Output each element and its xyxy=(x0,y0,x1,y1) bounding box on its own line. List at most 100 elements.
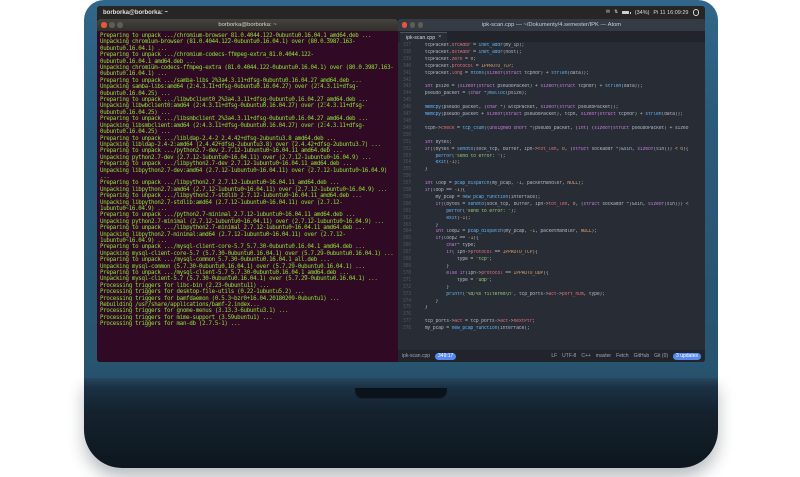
code-text: } xyxy=(413,264,449,269)
top-panel: borborka@borborka: ~ ✉ ⇅ (34%) Pi 11 16:… xyxy=(97,6,705,19)
status-item[interactable]: master xyxy=(596,353,611,359)
status-item[interactable]: LF xyxy=(551,353,557,359)
code-line: 338 tcpPacket.dstAddr = inet_addr(host); xyxy=(398,50,705,57)
line-number: 360 xyxy=(402,201,411,207)
terminal-line: Unpacking libwbclient0:amd64 (2:4.3.11+d… xyxy=(100,103,365,116)
code-text: pseudo_packet = (char *)malloc(psize); xyxy=(413,91,527,97)
line-number: 348 xyxy=(402,118,411,124)
code-line: 371 type = "udp"; xyxy=(398,278,705,285)
code-line: 365 if(loop2 == -1){ xyxy=(398,236,705,243)
code-line: 378 my_pcap = new_pcap_function(interfac… xyxy=(398,326,705,333)
line-number: 378 xyxy=(402,326,411,332)
code-text: perror("send to error: "); xyxy=(435,153,506,159)
terminal-line: Preparing to unpack .../chromium-codecs-… xyxy=(100,52,314,65)
code-line: 355 } xyxy=(398,167,705,174)
status-item[interactable]: C++ xyxy=(581,353,590,359)
code-text: perror("send to error: "); xyxy=(446,208,517,214)
status-item[interactable]: ipk-scan.cpp xyxy=(402,353,430,359)
code-text: tcp_ports->act = tcp_ports->act->nextPtr… xyxy=(413,319,535,325)
code-text: if(loop2 == -1){ xyxy=(435,236,479,242)
line-number: 372 xyxy=(402,284,411,290)
code-text: int bytes; xyxy=(424,139,452,145)
terminal-line: Unpacking chromium-codecs-ffmpeg-extra (… xyxy=(100,65,394,78)
code-line: 373 printf("%d/%s filtered\n", tcp_ports… xyxy=(398,292,705,299)
terminal-line: Unpacking samba-libs:amd64 (2:4.3.11+dfs… xyxy=(100,84,359,97)
code-area[interactable]: 337 tcpPacket.srcAddr = inet_addr(my_ip)… xyxy=(398,42,705,350)
tab-ipk-scan[interactable]: ipk-scan.cpp × xyxy=(399,32,448,42)
panel-window-title: borborka@borborka: ~ xyxy=(103,9,169,16)
status-item[interactable]: UTF-8 xyxy=(562,353,576,359)
status-item[interactable]: Fetch xyxy=(616,353,629,359)
close-button[interactable] xyxy=(401,22,408,28)
laptop-base xyxy=(84,378,718,468)
code-text: if(loop == -1){ xyxy=(424,188,466,194)
tab-close-icon[interactable]: × xyxy=(438,34,441,41)
battery-percentage: (34%) xyxy=(634,9,650,16)
code-line: 370 else if(iph->protocol == IPPROTO_UDP… xyxy=(398,271,705,278)
code-line: 368 type = "tcp"; xyxy=(398,257,705,264)
terminal-line: Unpacking libpython2.7-minimal:amd64 (2.… xyxy=(100,231,346,244)
line-number: 340 xyxy=(402,63,411,69)
line-number: 352 xyxy=(402,146,411,152)
terminal-title: borborka@borborka: ~ xyxy=(218,22,277,28)
code-line: 348 xyxy=(398,119,705,126)
code-text: tcpPacket.zero = 0; xyxy=(413,56,476,62)
code-text: else if(iph->protocol == IPPROTO_UDP){ xyxy=(446,270,549,276)
terminal-line: Unpacking libpython2.7-stdlib:amd64 (2.7… xyxy=(100,199,343,212)
code-line: 369 } xyxy=(398,264,705,271)
screen: borborka@borborka: ~ ✉ ⇅ (34%) Pi 11 16:… xyxy=(97,6,705,362)
status-item[interactable]: 3 updates xyxy=(673,352,701,360)
code-line: 351 int bytes; xyxy=(398,140,705,147)
code-line: 360 if((bytes = sendto(sock_tcp, buffer,… xyxy=(398,202,705,209)
code-text: tcpPacket.srcAddr = inet_addr(my_ip); xyxy=(413,43,525,48)
code-line: 350 xyxy=(398,133,705,140)
window-controls xyxy=(101,22,123,28)
power-menu-icon[interactable] xyxy=(692,9,699,16)
battery-icon[interactable] xyxy=(622,10,631,15)
line-number: 369 xyxy=(402,264,411,269)
battery-tip xyxy=(629,11,631,14)
status-item[interactable]: 349:17 xyxy=(435,352,457,360)
clock[interactable]: Pi 11 16:09:29 xyxy=(653,10,688,16)
laptop-latch-notch xyxy=(355,388,447,399)
status-item[interactable]: Git (0) xyxy=(654,353,668,359)
line-number: 359 xyxy=(402,194,411,200)
editor-status-bar: ipk-scan.cpp 349:17 LF UTF-8 C++ master Fetch… xyxy=(397,350,705,362)
line-number: 358 xyxy=(402,188,411,194)
maximize-button[interactable] xyxy=(117,22,123,28)
code-text: exit(-1); xyxy=(446,215,471,221)
line-number: 373 xyxy=(402,291,411,297)
minimize-button[interactable] xyxy=(109,22,115,28)
line-number: 351 xyxy=(402,139,411,145)
terminal-output[interactable]: Preparing to unpack .../chromium-browser… xyxy=(97,31,398,362)
editor-titlebar[interactable]: ipk-scan.cpp — ~/Dokumenty/4.semester/IP… xyxy=(397,19,705,31)
battery-body xyxy=(622,10,630,15)
network-icon[interactable]: ⇅ xyxy=(614,10,618,15)
maximize-button[interactable] xyxy=(417,22,424,28)
code-text: my_pcap = new_pcap_function(interface); xyxy=(413,326,530,332)
code-line: 340 tcpPacket.protocol = IPPROTO_TCP; xyxy=(398,64,705,71)
line-number: 337 xyxy=(402,43,411,48)
code-line: 358 if(loop == -1){ xyxy=(398,188,705,195)
code-text: exit(-1); xyxy=(435,160,460,166)
code-line: 343 int psize = (sizeof(struct pseudoPac… xyxy=(398,84,705,91)
code-line: 364 int loop2 = pcap_dispatch(my_pcap, -… xyxy=(398,229,705,236)
mail-icon[interactable]: ✉ xyxy=(606,10,610,15)
editor-title: ipk-scan.cpp — ~/Dokumenty/4.semester/IP… xyxy=(481,22,622,28)
code-text: } xyxy=(413,167,428,173)
close-button[interactable] xyxy=(101,22,107,28)
code-line: 363 } xyxy=(398,223,705,230)
code-line: 349 tcph->check = tcp_csum((unsigned sho… xyxy=(398,126,705,133)
minimize-button[interactable] xyxy=(409,22,416,28)
code-line: 337 tcpPacket.srcAddr = inet_addr(my_ip)… xyxy=(398,43,705,50)
terminal-line: Preparing to unpack .../libsmbclient_2%3… xyxy=(100,116,368,123)
terminal-line: Preparing to unpack .../libpython2.7-dev… xyxy=(100,161,353,168)
status-item[interactable]: GitHub xyxy=(634,353,650,359)
code-line: 377 tcp_ports->act = tcp_ports->act->nex… xyxy=(398,319,705,326)
terminal-titlebar[interactable]: borborka@borborka: ~ xyxy=(97,19,398,31)
line-number: 357 xyxy=(402,181,411,187)
